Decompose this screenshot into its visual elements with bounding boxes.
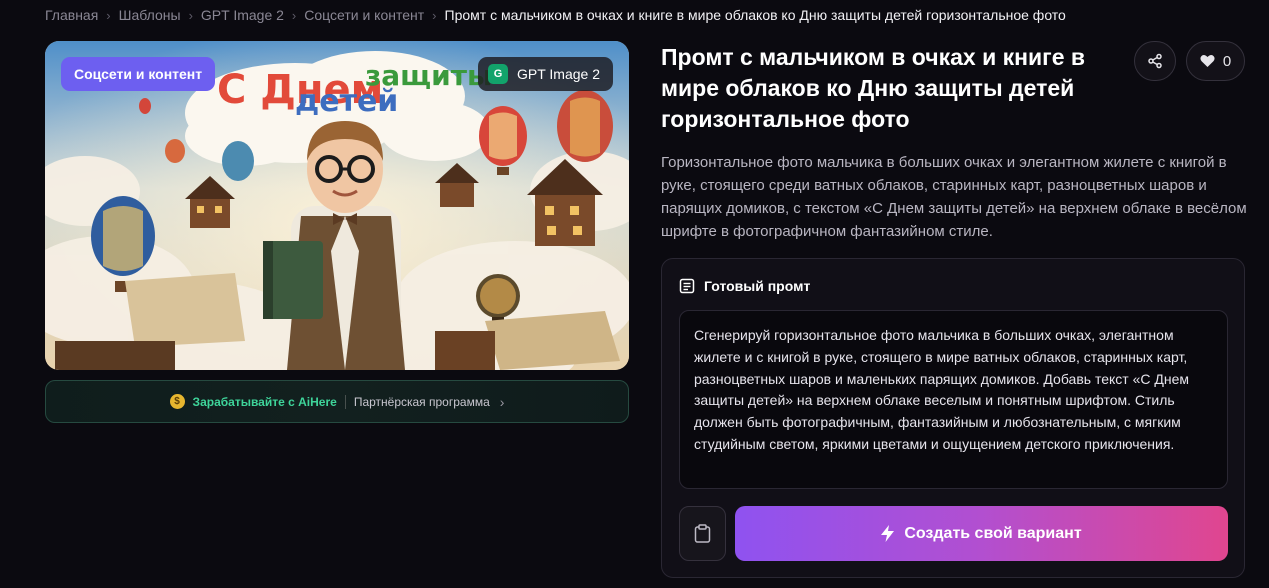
partner-program-label: Партнёрская программа	[353, 394, 490, 409]
category-chip[interactable]: Соцсети и контент	[61, 57, 216, 91]
affiliate-label: Зарабатывайте с AiHere	[192, 394, 337, 409]
page-title: Промт с мальчиком в очках и книге в мире…	[661, 44, 1086, 132]
model-chip-label: GPT Image 2	[516, 66, 600, 82]
create-variant-button[interactable]: Создать свой вариант	[735, 506, 1228, 561]
create-variant-label: Создать свой вариант	[904, 524, 1082, 542]
template-preview-image[interactable]: С Днем защиты детей Соцсети и контент G …	[45, 41, 629, 370]
breadcrumb-separator-icon: ›	[106, 7, 111, 23]
heart-icon	[1200, 55, 1215, 67]
divider	[344, 394, 346, 409]
chevron-right-icon: ›	[499, 393, 505, 410]
breadcrumb-templates[interactable]: Шаблоны	[119, 7, 181, 23]
breadcrumb-separator-icon: ›	[432, 7, 437, 23]
breadcrumb: Главная › Шаблоны › GPT Image 2 › Соцсет…	[45, 7, 1066, 23]
preview-text-line3: детей	[295, 84, 398, 119]
breadcrumb-separator-icon: ›	[188, 7, 193, 23]
lightning-icon	[881, 525, 895, 542]
model-chip[interactable]: G GPT Image 2	[477, 57, 613, 91]
prompt-panel-title: Готовый промт	[704, 278, 811, 294]
breadcrumb-model[interactable]: GPT Image 2	[201, 7, 284, 23]
share-button[interactable]	[1134, 41, 1176, 81]
like-count: 0	[1222, 52, 1232, 70]
clipboard-icon	[694, 524, 711, 543]
coin-icon: $	[169, 394, 185, 409]
affiliate-banner[interactable]: $ Зарабатывайте с AiHere Партнёрская про…	[45, 380, 629, 423]
breadcrumb-current: Промт с мальчиком в очках и книге в мире…	[444, 7, 1066, 23]
template-description: Горизонтальное фото мальчика в больших о…	[661, 154, 1247, 240]
prompt-text[interactable]: Сгенерируй горизонтальное фото мальчика …	[679, 310, 1228, 489]
copy-prompt-button[interactable]	[679, 506, 726, 561]
like-button[interactable]: 0	[1186, 41, 1245, 81]
breadcrumb-home[interactable]: Главная	[45, 7, 98, 23]
prompt-panel-header: Готовый промт	[679, 278, 810, 294]
document-icon	[679, 278, 695, 294]
gpt-logo-icon: G	[487, 64, 508, 84]
breadcrumb-separator-icon: ›	[291, 7, 297, 23]
share-icon	[1148, 53, 1162, 69]
prompt-panel: Готовый промт Сгенерируй горизонтальное …	[661, 258, 1245, 578]
breadcrumb-category[interactable]: Соцсети и контент	[304, 7, 424, 23]
